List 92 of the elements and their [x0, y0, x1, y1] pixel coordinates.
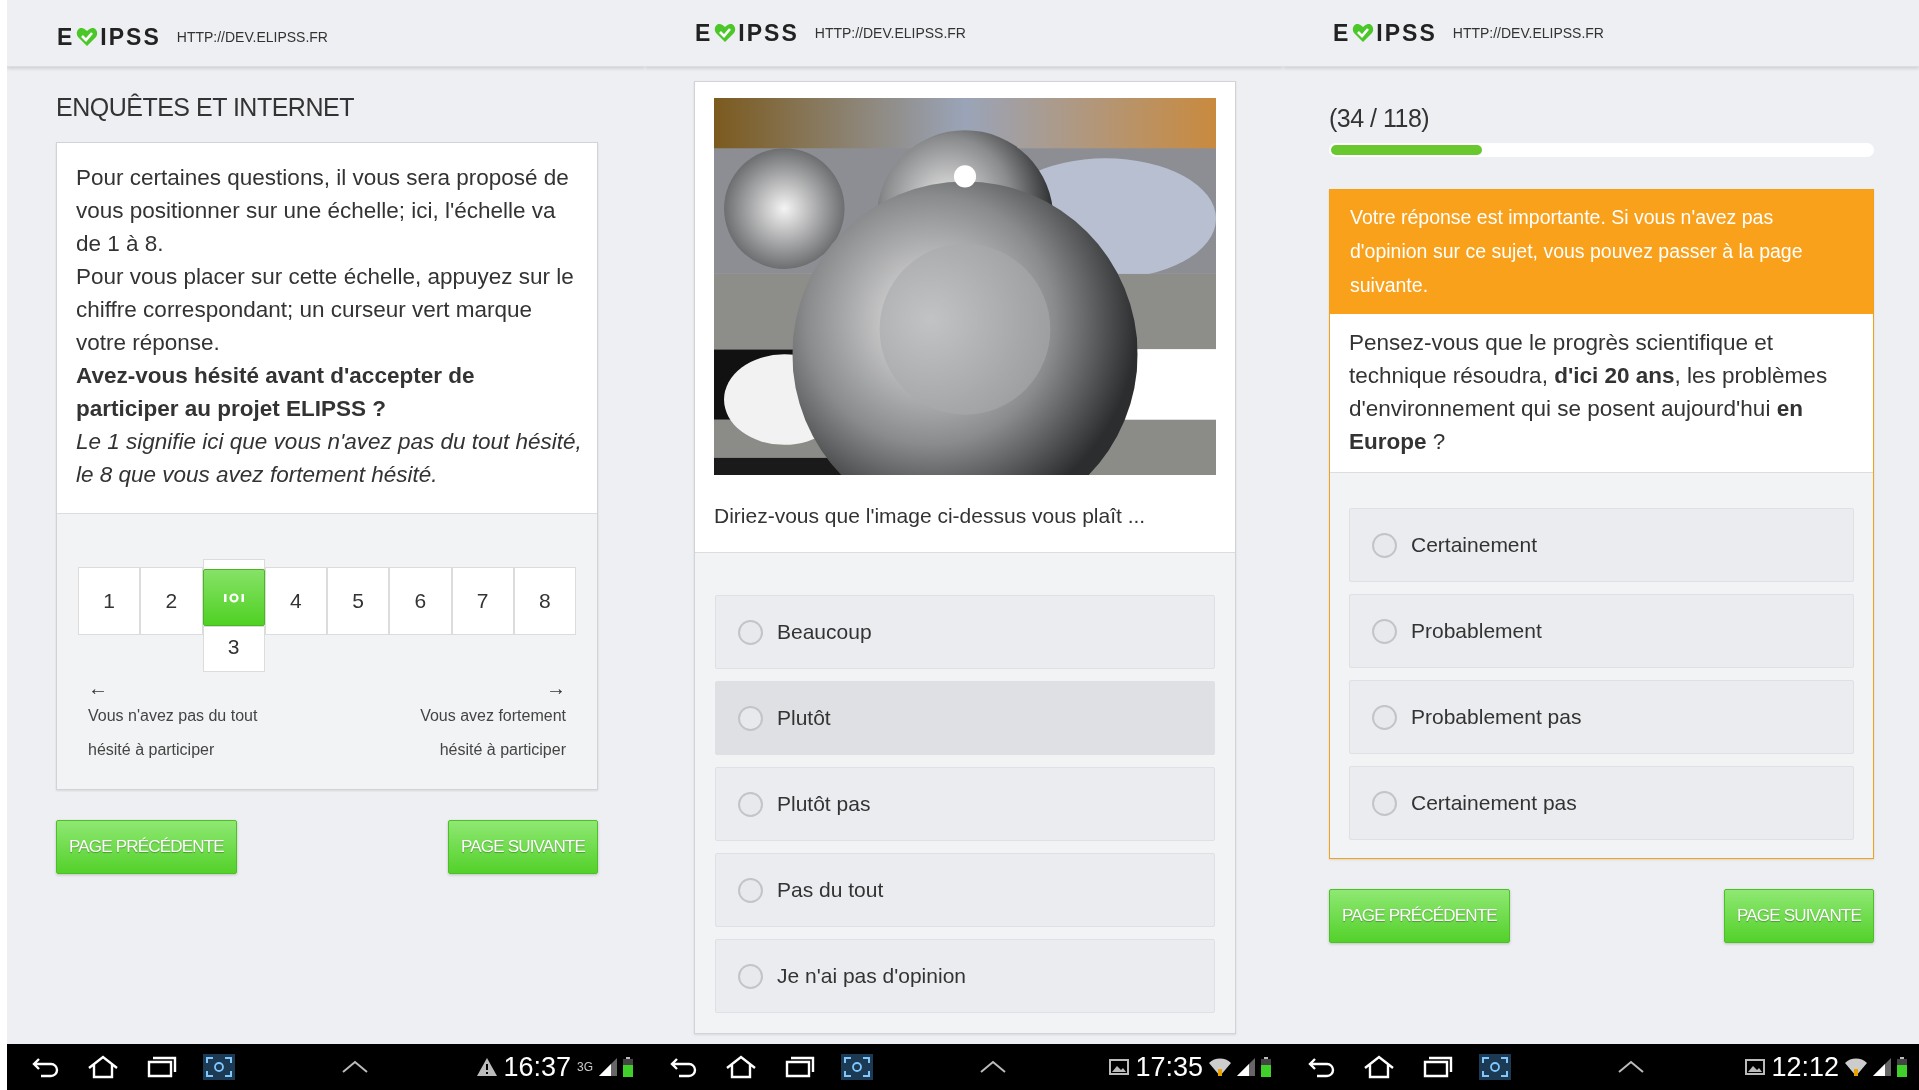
- caret-up-icon[interactable]: [1617, 1060, 1645, 1074]
- option-label: Plutôt: [777, 706, 831, 730]
- check-heart-icon: [714, 23, 737, 43]
- option-label: Je n'ai pas d'opinion: [777, 964, 966, 988]
- scale-step[interactable]: 8: [513, 567, 576, 635]
- image-icon: [1745, 1059, 1766, 1075]
- radio-button[interactable]: [1372, 704, 1397, 730]
- radio-button[interactable]: [738, 791, 763, 817]
- wifi-icon: [1209, 1057, 1231, 1077]
- signal-icon: [1237, 1058, 1255, 1076]
- battery-icon: [623, 1057, 633, 1077]
- radio-button[interactable]: [1372, 790, 1397, 816]
- left-arrow: ←: [88, 677, 109, 699]
- battery-icon: [1261, 1057, 1271, 1077]
- answer-option[interactable]: Probablement: [1349, 594, 1854, 668]
- radio-button[interactable]: [1372, 618, 1397, 644]
- recent-apps-icon[interactable]: [783, 1056, 815, 1078]
- recent-apps-icon[interactable]: [1421, 1056, 1453, 1078]
- check-heart-icon: [1352, 23, 1375, 43]
- question-text: Pensez-vous que le progrès scientifique et technique résoudra, d'ici 20 ans, les problèmes d'environnement qui se posent aujourd'hui en Europe ?: [1349, 329, 1829, 456]
- screenshot-icon[interactable]: [841, 1054, 873, 1080]
- answer-option[interactable]: Plutôt: [715, 681, 1215, 755]
- answer-option[interactable]: Plutôt pas: [715, 767, 1215, 841]
- option-label: Probablement: [1411, 619, 1542, 643]
- battery-icon: [1897, 1057, 1907, 1077]
- screenshot-icon[interactable]: [203, 1054, 235, 1080]
- answer-option[interactable]: Pas du tout: [715, 853, 1215, 927]
- option-label: Pas du tout: [777, 878, 884, 902]
- question-text: Diriez-vous que l'image ci-dessus vous plaît ...: [714, 503, 1147, 529]
- back-icon[interactable]: [31, 1056, 61, 1078]
- back-icon[interactable]: [669, 1056, 699, 1078]
- scale-step[interactable]: 2: [140, 567, 203, 635]
- logo-text: IPSS: [100, 23, 161, 51]
- home-icon[interactable]: [87, 1055, 119, 1079]
- question-text: Avez-vous hésité avant d'accepter de participer au projet ELIPSS ?: [76, 362, 476, 423]
- right-arrow: →: [546, 677, 566, 699]
- caret-up-icon[interactable]: [341, 1060, 369, 1074]
- clock: 17:35: [1135, 1051, 1203, 1083]
- recent-apps-icon[interactable]: [145, 1056, 177, 1078]
- logo-text: IPSS: [738, 19, 799, 47]
- scale-step[interactable]: 7: [451, 567, 514, 635]
- question-text: Pour certaines questions, il vous sera proposé de vous positionner sur une échelle; ici, l'échelle va de 1 à 8.: [76, 164, 570, 258]
- answer-option[interactable]: Certainement pas: [1349, 766, 1854, 840]
- signal-icon: [1873, 1058, 1891, 1076]
- option-label: Certainement pas: [1411, 791, 1577, 815]
- image-icon: [1109, 1059, 1130, 1075]
- radio-button[interactable]: [738, 619, 763, 645]
- clock: 16:37: [503, 1051, 571, 1083]
- screenshot-icon[interactable]: [1479, 1054, 1511, 1080]
- logo-letter: E: [57, 23, 75, 51]
- slider-handle[interactable]: [202, 569, 265, 626]
- radio-button[interactable]: [738, 705, 763, 731]
- answer-option[interactable]: Probablement pas: [1349, 680, 1854, 754]
- logo-letter: E: [695, 19, 713, 47]
- progress-count: (34 / 118): [1329, 104, 1431, 133]
- question-text: Pour vous placer sur cette échelle, appuyez sur le chiffre correspondant; un curseur vert marque votre réponse.: [76, 263, 575, 357]
- caret-up-icon[interactable]: [979, 1060, 1007, 1074]
- notice-banner: Votre réponse est importante. Si vous n'avez pas d'opinion sur ce sujet, vous pouvez passer à la page suivante.: [1330, 190, 1873, 314]
- network-type: 3G: [577, 1060, 593, 1074]
- warning-icon: [477, 1058, 498, 1076]
- scale-max-label: Vous avez fortement hésité à participer: [419, 706, 566, 760]
- scale-step[interactable]: 1: [78, 567, 141, 635]
- radio-button[interactable]: [1372, 532, 1397, 558]
- answer-option[interactable]: Certainement: [1349, 508, 1854, 582]
- section-title: ENQUÊTES ET INTERNET: [56, 93, 355, 122]
- scale-step[interactable]: 4: [264, 567, 327, 635]
- radio-button[interactable]: [738, 963, 763, 989]
- scale-step[interactable]: 5: [327, 567, 390, 635]
- option-label: Certainement: [1411, 533, 1538, 557]
- site-url: HTTP://DEV.ELIPSS.FR: [176, 29, 328, 45]
- logo-text: IPSS: [1376, 19, 1437, 47]
- clock: 12:12: [1771, 1051, 1839, 1083]
- logo-letter: E: [1333, 19, 1351, 47]
- grip-icon: [223, 592, 244, 603]
- option-label: Plutôt pas: [777, 792, 871, 816]
- option-label: Beaucoup: [777, 620, 872, 644]
- scale-min-label: Vous n'avez pas du tout hésité à participer: [88, 706, 259, 760]
- radio-button[interactable]: [738, 877, 763, 903]
- option-label: Probablement pas: [1411, 705, 1582, 729]
- answer-option[interactable]: Je n'ai pas d'opinion: [715, 939, 1215, 1013]
- home-icon[interactable]: [1363, 1055, 1395, 1079]
- slider-value: 3: [202, 626, 265, 672]
- check-heart-icon: [76, 27, 99, 47]
- site-url: HTTP://DEV.ELIPSS.FR: [1452, 25, 1604, 41]
- home-icon[interactable]: [725, 1055, 757, 1079]
- site-url: HTTP://DEV.ELIPSS.FR: [814, 25, 966, 41]
- answer-option[interactable]: Beaucoup: [715, 595, 1215, 669]
- scale-step[interactable]: 6: [389, 567, 452, 635]
- back-icon[interactable]: [1307, 1056, 1337, 1078]
- signal-icon: [599, 1058, 617, 1076]
- question-text: Le 1 signifie ici que vous n'avez pas du tout hésité, le 8 que vous avez fortement hésité.: [76, 428, 583, 489]
- wifi-icon: [1845, 1057, 1867, 1077]
